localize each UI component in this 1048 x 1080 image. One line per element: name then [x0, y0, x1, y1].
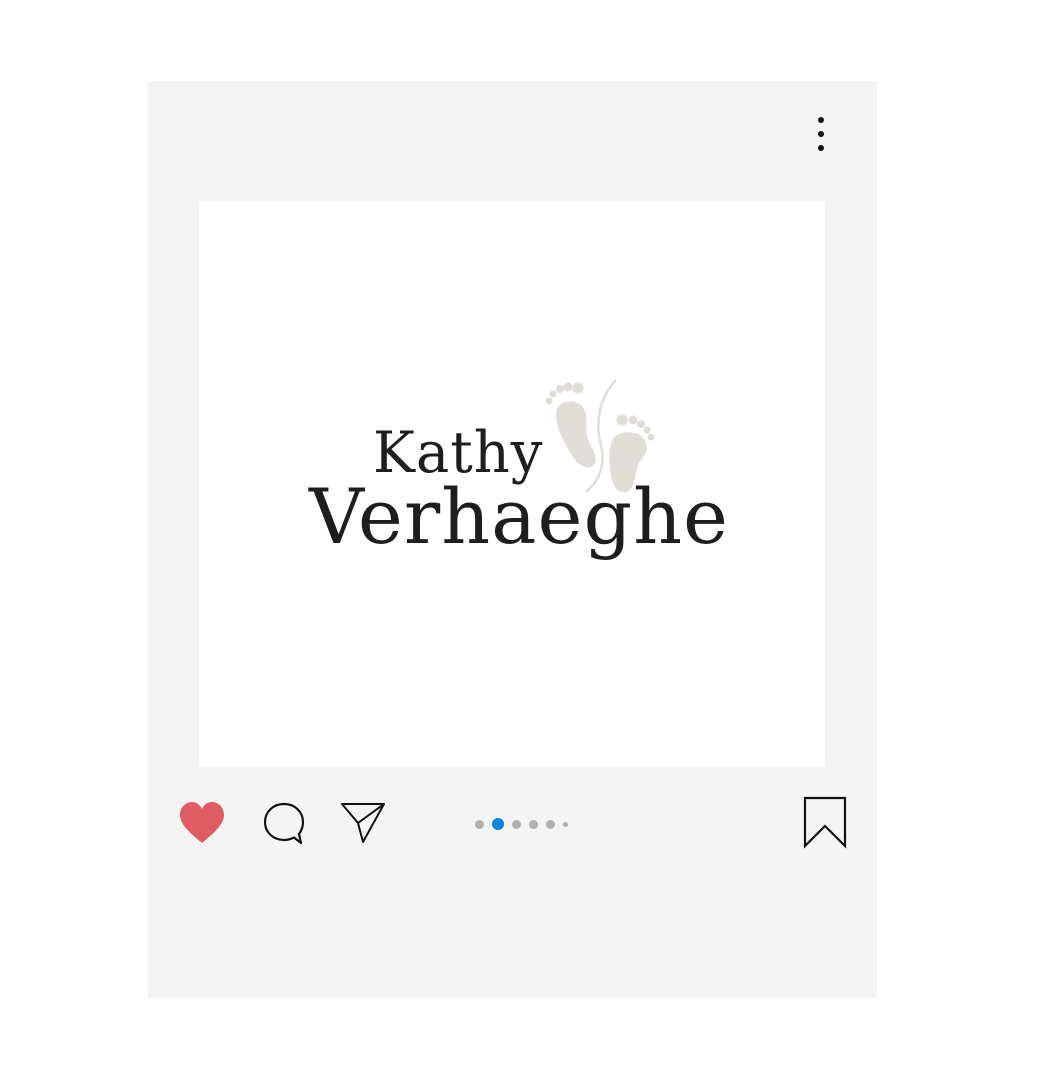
- carousel-dot-active: [492, 818, 504, 830]
- carousel-dot: [546, 819, 555, 829]
- save-button[interactable]: [802, 795, 848, 849]
- send-icon: [341, 803, 385, 843]
- like-button[interactable]: [178, 801, 226, 845]
- more-options-button[interactable]: [808, 113, 834, 155]
- carousel-dot: [529, 819, 538, 829]
- post-card: Kathy Verhaeghe: [148, 81, 877, 998]
- share-button[interactable]: [340, 801, 386, 845]
- bookmark-icon: [803, 796, 847, 849]
- brand-logo: Kathy Verhaeghe: [299, 379, 739, 579]
- carousel-indicator: [475, 817, 576, 831]
- carousel-dot: [563, 821, 568, 827]
- heart-icon: [180, 802, 224, 843]
- comment-icon: [263, 802, 305, 845]
- carousel-dot: [475, 819, 484, 829]
- logo-last-name: Verhaeghe: [309, 472, 730, 561]
- post-image: Kathy Verhaeghe: [199, 201, 825, 767]
- carousel-dot: [512, 819, 521, 829]
- more-vertical-icon: [818, 117, 824, 151]
- comment-button[interactable]: [262, 801, 306, 847]
